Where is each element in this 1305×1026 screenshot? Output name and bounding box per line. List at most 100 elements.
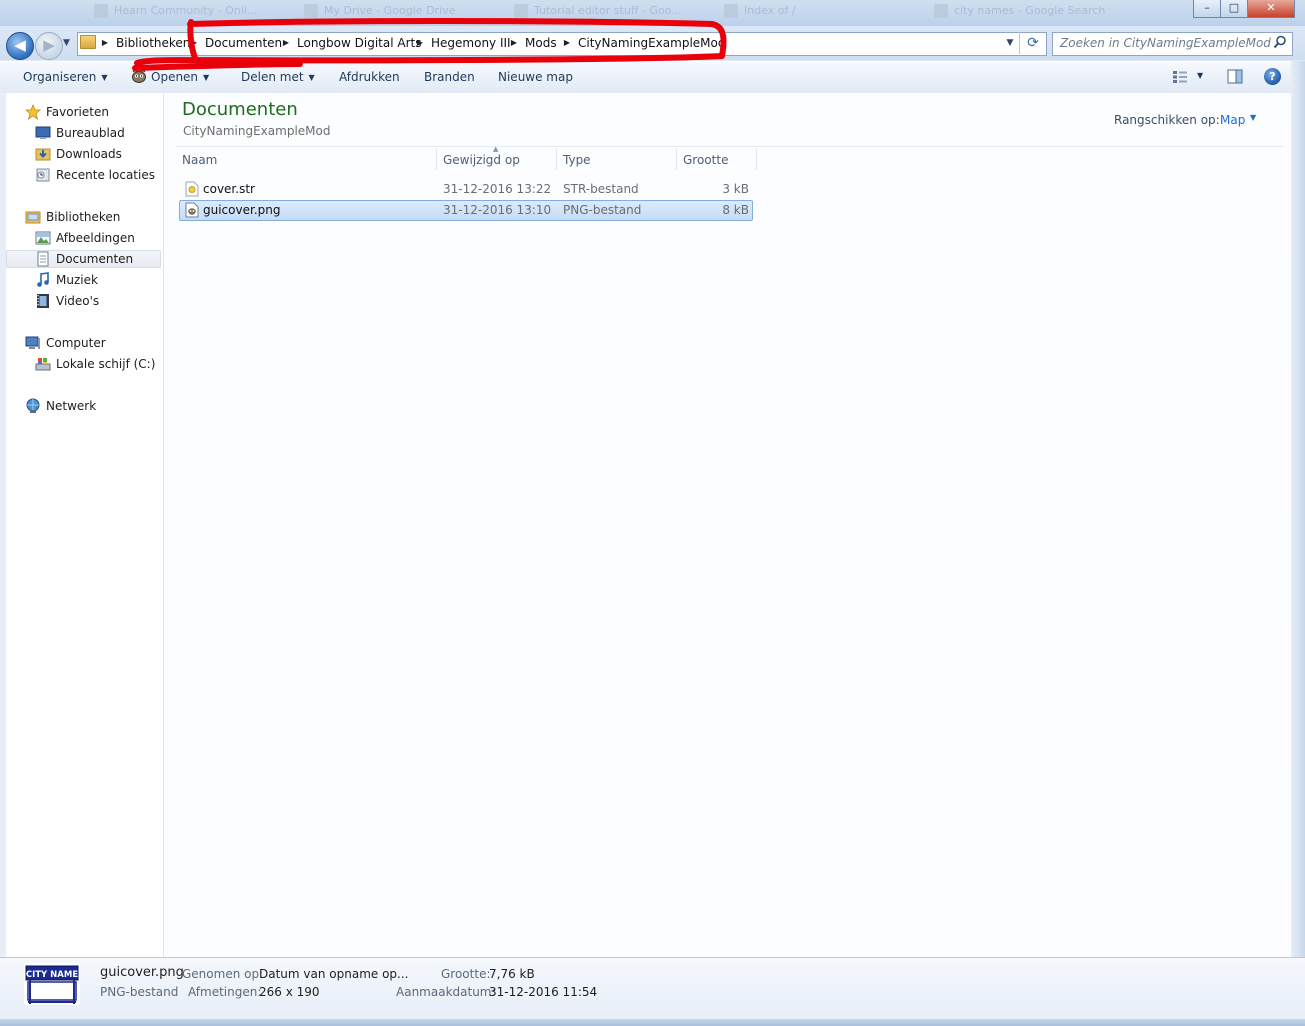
breadcrumb-bibliotheken[interactable]: Bibliotheken (116, 35, 190, 51)
column-header-type[interactable]: Type (563, 151, 591, 169)
breadcrumb-separator-icon[interactable]: ▶ (190, 35, 198, 51)
downloads-folder-icon (35, 148, 51, 161)
file-modified: 31-12-2016 13:22 (443, 182, 552, 196)
breadcrumb-longbow-digital-arts[interactable]: Longbow Digital Arts (297, 35, 421, 51)
breadcrumb-separator-icon[interactable]: ▶ (563, 35, 571, 51)
recent-places-icon (36, 168, 50, 182)
gimp-app-icon (132, 68, 146, 83)
videos-icon (37, 294, 49, 308)
forward-button[interactable]: ▶ (35, 32, 63, 60)
libraries-icon (25, 211, 41, 224)
arrange-by-dropdown[interactable]: Map (1220, 112, 1245, 128)
new-folder-button[interactable]: Nieuwe map (498, 69, 573, 85)
nav-item-documenten[interactable]: Documenten (56, 250, 133, 268)
file-name[interactable]: cover.str (203, 179, 255, 199)
pictures-icon (35, 231, 51, 245)
nav-item-local-disk[interactable]: Lokale schijf (C:) (56, 355, 155, 373)
print-button[interactable]: Afdrukken (339, 69, 400, 85)
details-size-value: 7,76 kB (489, 967, 535, 981)
column-divider[interactable] (556, 148, 557, 170)
background-tab: city names - Google Search (930, 2, 1115, 20)
nav-favorites-header[interactable]: Favorieten (46, 103, 109, 121)
background-tab: Tutorial editor stuff - Goo... (510, 2, 695, 20)
breadcrumb-citynamingexamplemod[interactable]: CityNamingExampleMod (578, 35, 725, 51)
tab-favicon-icon (934, 4, 948, 18)
help-icon[interactable]: ? (1264, 68, 1281, 85)
nav-item-bureaublad[interactable]: Bureaublad (56, 124, 125, 142)
desktop-icon (35, 126, 51, 139)
address-history-chevron-down-icon[interactable]: ▼ (1003, 36, 1017, 50)
view-options-chevron-down-icon[interactable]: ▼ (1197, 71, 1203, 80)
share-with-button[interactable]: Delen met ▼ (241, 69, 315, 85)
organize-button[interactable]: Organiseren ▼ (23, 69, 108, 85)
library-title: Documenten (182, 99, 298, 120)
computer-icon (25, 336, 40, 349)
details-taken-label: Genomen op: (182, 967, 264, 981)
burn-button[interactable]: Branden (424, 69, 475, 85)
local-disk-icon (35, 358, 51, 371)
file-thumbnail: CITY NAME (24, 963, 80, 1005)
recent-pages-chevron-down-icon[interactable]: ▼ (63, 38, 73, 48)
share-label: Delen met (241, 70, 304, 84)
file-list-pane (164, 93, 1291, 957)
breadcrumb-hegemony-iii[interactable]: Hegemony III (431, 35, 511, 51)
tab-label: Hearn Community - Onli... (114, 4, 258, 17)
chevron-down-icon[interactable]: ▼ (1250, 113, 1256, 122)
nav-libraries-header[interactable]: Bibliotheken (46, 208, 120, 226)
nav-computer-header[interactable]: Computer (46, 334, 106, 352)
star-icon (25, 104, 41, 120)
back-button[interactable]: ◀ (6, 32, 34, 60)
chevron-down-icon: ▼ (101, 73, 108, 82)
png-file-icon (185, 202, 199, 218)
arrange-by-label: Rangschikken op: (1114, 113, 1220, 127)
title-bar: Hearn Community - Onli... My Drive - Goo… (0, 0, 1305, 26)
tab-label: Tutorial editor stuff - Goo... (534, 4, 682, 17)
file-size: 3 kB (722, 182, 749, 196)
column-divider[interactable] (676, 148, 677, 170)
library-subtitle: CityNamingExampleMod (183, 124, 331, 138)
maximize-button[interactable]: □ (1220, 0, 1248, 18)
column-header-modified[interactable]: Gewijzigd op (443, 151, 520, 169)
open-button[interactable]: Openen ▼ (151, 69, 209, 85)
breadcrumb-mods[interactable]: Mods (525, 35, 557, 51)
tab-favicon-icon (724, 4, 738, 18)
details-created-value: 31-12-2016 11:54 (489, 985, 598, 999)
breadcrumb-documenten[interactable]: Documenten (205, 35, 282, 51)
search-icon[interactable] (1273, 35, 1287, 49)
breadcrumb-separator-icon[interactable]: ▶ (101, 35, 109, 51)
change-view-icon[interactable] (1172, 70, 1188, 84)
breadcrumb-separator-icon[interactable]: ▶ (282, 35, 290, 51)
nav-item-downloads[interactable]: Downloads (56, 145, 122, 163)
tab-favicon-icon (514, 4, 528, 18)
tab-label: My Drive - Google Drive (324, 4, 456, 17)
nav-item-videos[interactable]: Video's (56, 292, 99, 310)
tab-favicon-icon (94, 4, 108, 18)
file-name[interactable]: guicover.png (203, 200, 280, 220)
nav-network-header[interactable]: Netwerk (46, 397, 96, 415)
folder-icon (80, 35, 96, 49)
file-type: STR-bestand (563, 182, 639, 196)
column-header-size[interactable]: Grootte (683, 151, 728, 169)
breadcrumb-separator-icon[interactable]: ▶ (416, 35, 424, 51)
preview-pane-icon[interactable] (1227, 69, 1243, 84)
breadcrumb-separator-icon[interactable]: ▶ (510, 35, 518, 51)
close-button[interactable]: ✕ (1247, 0, 1295, 18)
column-header-name[interactable]: Naam (182, 151, 217, 169)
details-dimensions-label: Afmetingen: (188, 985, 262, 999)
window-right-border (1291, 61, 1305, 1019)
details-taken-value[interactable]: Datum van opname op... (259, 966, 409, 982)
documents-icon (37, 251, 49, 267)
column-divider[interactable] (756, 148, 757, 170)
background-tab: Index of / (720, 2, 905, 20)
refresh-icon[interactable]: ⟳ (1019, 32, 1046, 54)
minimize-button[interactable]: – (1193, 0, 1221, 18)
tab-label: Index of / (744, 4, 796, 17)
nav-item-afbeeldingen[interactable]: Afbeeldingen (56, 229, 135, 247)
tab-label: city names - Google Search (954, 4, 1106, 17)
network-icon (26, 398, 40, 413)
nav-item-muziek[interactable]: Muziek (56, 271, 98, 289)
column-divider[interactable] (436, 148, 437, 170)
details-dimensions-value: 266 x 190 (259, 985, 320, 999)
thumbnail-text: CITY NAME (26, 970, 78, 980)
nav-item-recent-places[interactable]: Recente locaties (56, 166, 155, 184)
